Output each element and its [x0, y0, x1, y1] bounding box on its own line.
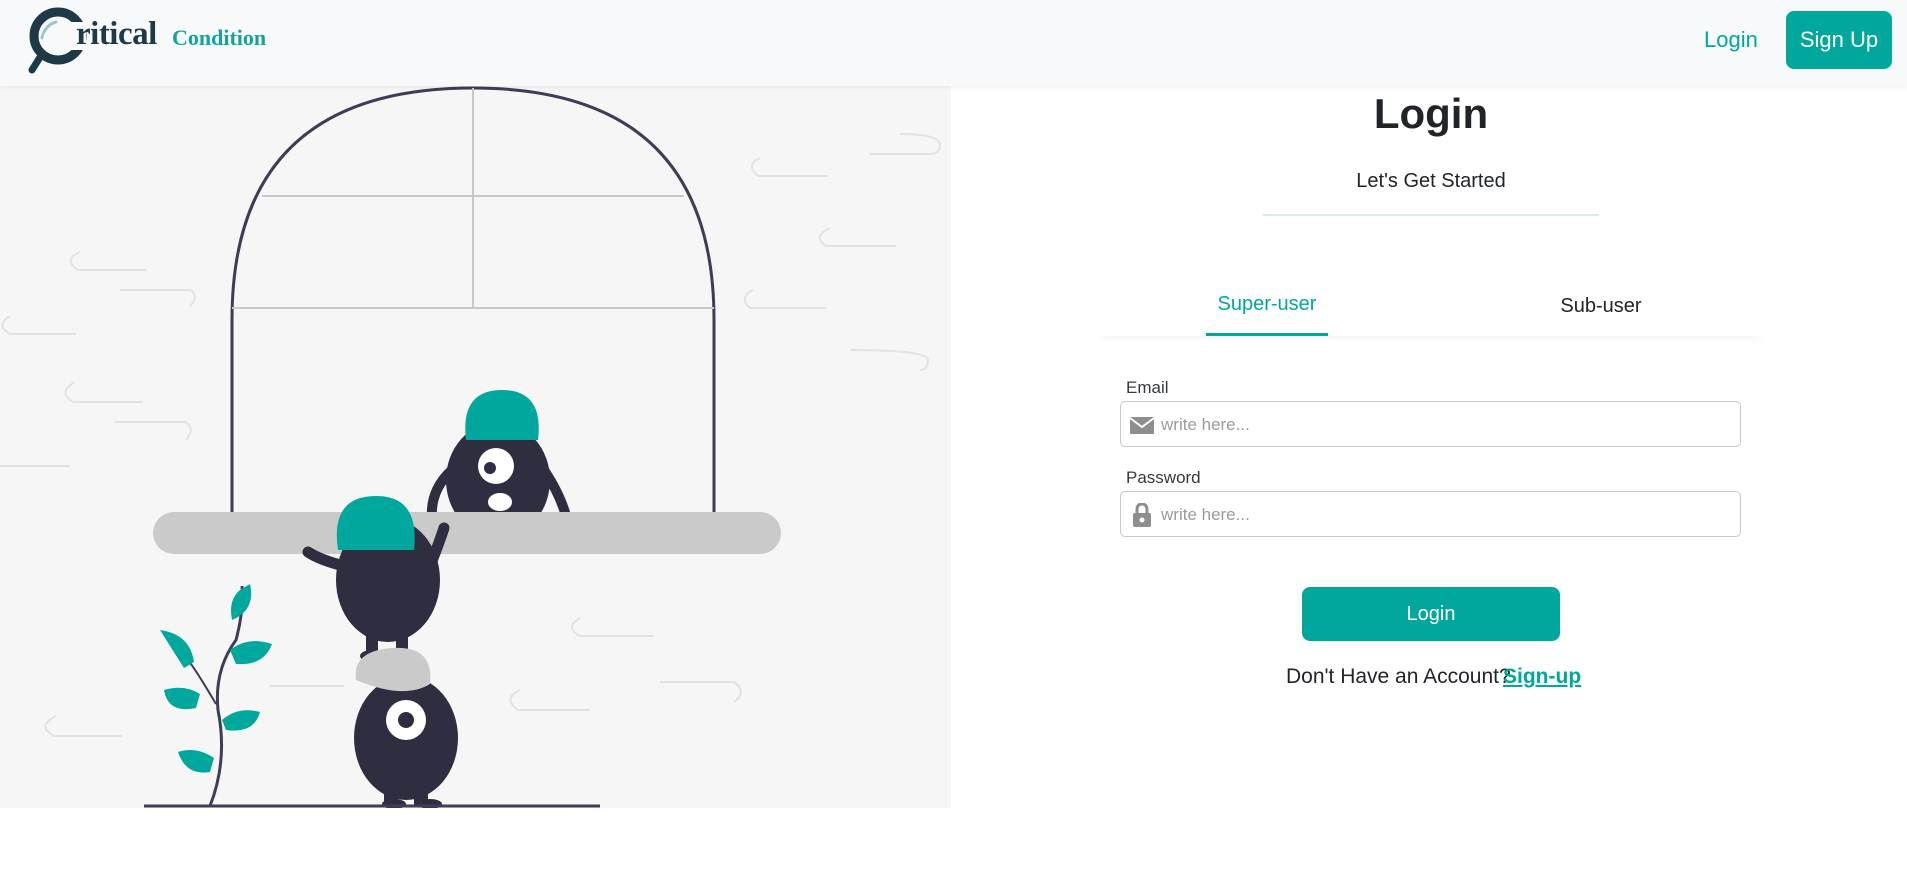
user-type-tabs: Super-user Sub-user — [1096, 280, 1766, 336]
password-label: Password — [1126, 468, 1201, 487]
signup-link[interactable]: Sign-up — [1503, 665, 1581, 689]
email-field[interactable] — [1120, 401, 1741, 448]
login-submit-button[interactable]: Login — [1302, 587, 1560, 641]
nav-login-link[interactable]: Login — [1704, 22, 1758, 58]
envelope-icon — [1129, 417, 1155, 434]
brand-name-condition: Condition — [172, 25, 267, 50]
brand-name-critical: ritical — [76, 16, 157, 52]
password-field[interactable] — [1120, 491, 1741, 538]
email-label: Email — [1126, 378, 1169, 397]
page-title: Login — [1373, 90, 1489, 137]
brand-logo[interactable]: ritical Condition — [24, 4, 284, 74]
password-input[interactable] — [1159, 492, 1733, 538]
title-divider — [1263, 214, 1599, 216]
nav-signup-button[interactable]: Sign Up — [1786, 11, 1892, 69]
page-subtitle: Let's Get Started — [1356, 170, 1506, 192]
email-input[interactable] — [1159, 402, 1733, 448]
hero-illustration — [0, 86, 951, 808]
tab-sub-user-label: Sub-user — [1560, 295, 1642, 317]
signup-prompt-text: Don't Have an Account? — [1286, 665, 1511, 688]
navbar: ritical Condition Login Sign Up — [0, 0, 1907, 86]
tab-sub-user[interactable]: Sub-user — [1546, 280, 1656, 336]
tab-super-user-label: Super-user — [1217, 293, 1317, 315]
lock-icon — [1133, 503, 1151, 527]
active-tab-indicator — [1206, 333, 1328, 336]
tab-super-user[interactable]: Super-user — [1206, 280, 1328, 336]
monsters-window-illustration — [0, 86, 942, 808]
